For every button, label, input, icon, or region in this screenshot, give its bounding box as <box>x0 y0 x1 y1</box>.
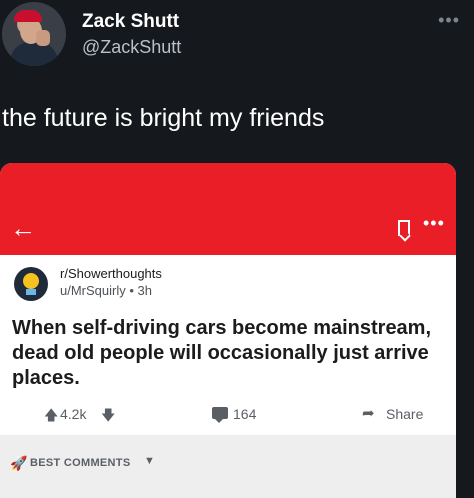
comment-count[interactable]: 164 <box>233 406 256 422</box>
subreddit-avatar[interactable] <box>14 267 48 301</box>
downvote-icon[interactable]: 🡇 <box>101 405 115 429</box>
chevron-down-icon[interactable]: ▼ <box>144 455 155 467</box>
more-horizontal-icon[interactable]: ••• <box>438 10 460 31</box>
avatar-cap <box>14 10 42 22</box>
user-avatar[interactable] <box>2 2 66 66</box>
reddit-app-bar: ← ••• <box>0 163 456 255</box>
user-handle[interactable]: @ZackShutt <box>82 37 181 58</box>
avatar-hand <box>36 30 50 46</box>
share-icon[interactable]: ➦ <box>362 404 375 422</box>
lightbulb-icon <box>23 273 39 289</box>
lightbulb-base <box>26 289 36 295</box>
display-name[interactable]: Zack Shutt <box>82 11 179 33</box>
avatar-shirt <box>10 42 58 66</box>
share-button[interactable]: Share <box>386 406 423 422</box>
tweet-header: Zack Shutt @ZackShutt ••• <box>0 0 474 80</box>
upvote-icon[interactable]: 🡅 <box>44 405 58 429</box>
sort-label[interactable]: BEST COMMENTS <box>30 457 130 469</box>
arrow-left-icon[interactable]: ← <box>10 215 36 241</box>
post-title: When self-driving cars become mainstream… <box>12 317 432 389</box>
vote-count: 4.2k <box>60 406 87 422</box>
comment-icon[interactable] <box>212 407 228 423</box>
post-author[interactable]: u/MrSquirly • 3h <box>60 283 152 298</box>
tweet-text: the future is bright my friends <box>2 104 325 132</box>
post-actions: 🡅 4.2k 🡇 164 ➦ Share <box>0 401 456 431</box>
comment-sort-bar[interactable]: 🚀 BEST COMMENTS ▼ <box>0 435 456 498</box>
rocket-icon: 🚀 <box>10 455 28 471</box>
subreddit-name[interactable]: r/Showerthoughts <box>60 266 162 281</box>
bookmark-icon[interactable] <box>398 220 410 236</box>
reddit-post-card: ← ••• r/Showerthoughts u/MrSquirly • 3h … <box>0 163 456 498</box>
more-horizontal-icon[interactable]: ••• <box>423 213 445 234</box>
